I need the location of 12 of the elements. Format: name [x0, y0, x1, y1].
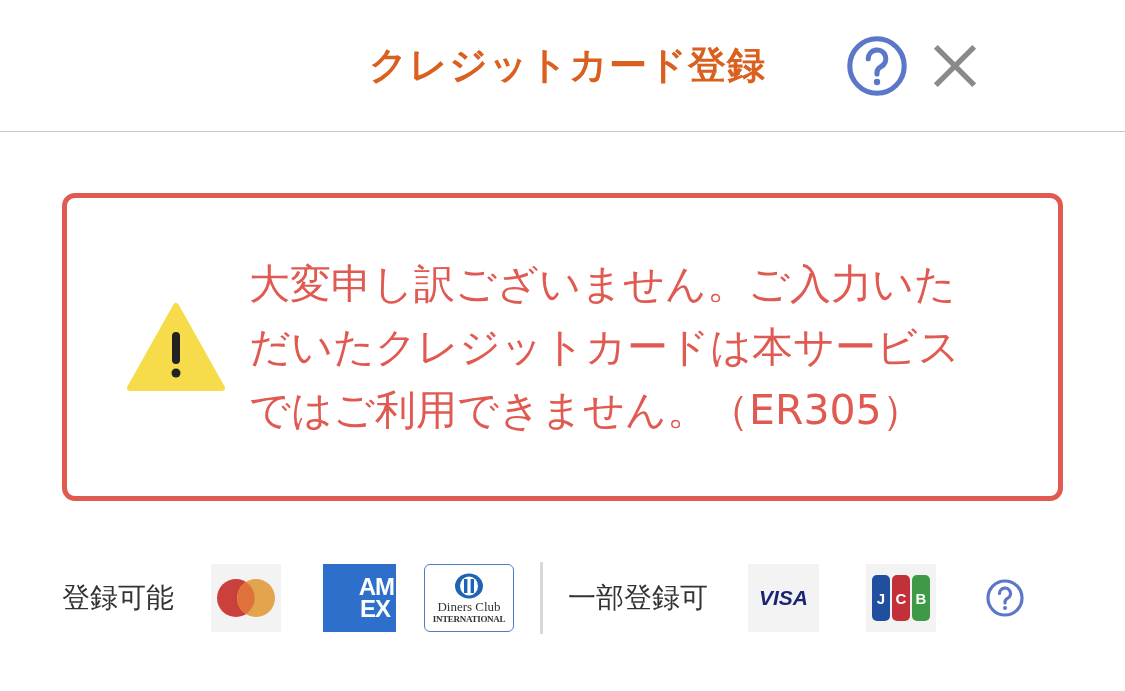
error-message: 大変申し訳ございません。ご入力いただいたクレジットカードは本サービスではご利用できません。（ER305）	[249, 258, 961, 436]
warning-icon	[127, 302, 225, 392]
card-logo: AM EX	[323, 564, 396, 632]
card-logo: J C B	[866, 564, 936, 632]
card-logo: Diners Club INTERNATIONAL	[424, 564, 514, 632]
card-logo: VISA	[748, 564, 819, 632]
help-button[interactable]	[845, 33, 909, 98]
group-label: 登録可能	[62, 580, 174, 616]
card-logo	[211, 564, 281, 632]
help-button[interactable]	[985, 578, 1025, 618]
group-label: 一部登録可	[568, 580, 708, 616]
dialog-title: クレジットカード登録	[368, 42, 767, 89]
